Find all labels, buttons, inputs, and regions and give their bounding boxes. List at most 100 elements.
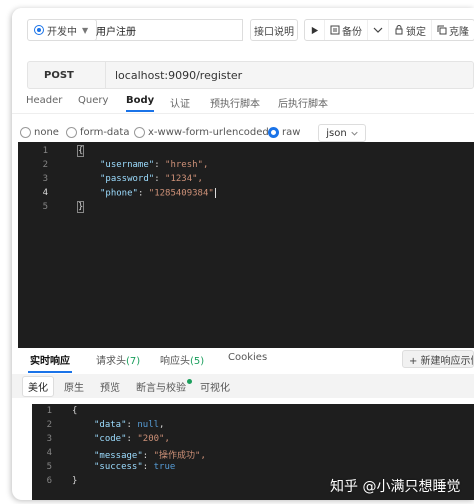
view-raw[interactable]: 原生 bbox=[64, 379, 84, 394]
line-number: 2 bbox=[42, 160, 48, 170]
tab-pre-script[interactable]: 预执行脚本 bbox=[210, 95, 260, 110]
api-name-input[interactable]: 用户注册 bbox=[90, 19, 243, 41]
view-preview[interactable]: 预览 bbox=[100, 379, 120, 394]
radio-none-label: none bbox=[34, 127, 59, 138]
chevron-down-icon bbox=[351, 131, 358, 136]
line-number: 3 bbox=[46, 434, 52, 444]
chevron-down-icon bbox=[373, 27, 383, 33]
raw-format-label: json bbox=[326, 127, 347, 139]
toolbar: 开发中 ▼ 用户注册 接口说明 备份 锁定 克隆 bbox=[12, 8, 474, 52]
chevron-down-icon: ▼ bbox=[82, 25, 89, 35]
json-key: "phone" bbox=[100, 188, 138, 199]
line-number-gutter: 1 2 3 4 5 bbox=[18, 142, 64, 348]
tab-body[interactable]: Body bbox=[126, 95, 155, 112]
view-assertions[interactable]: 断言与校验 bbox=[136, 379, 192, 394]
json-value: true bbox=[153, 462, 176, 472]
line-number: 1 bbox=[42, 146, 48, 156]
json-value: "操作成功", bbox=[153, 451, 206, 461]
code-line: "code": "200", bbox=[94, 434, 170, 444]
radio-raw[interactable]: raw bbox=[268, 127, 300, 138]
radio-circle-icon bbox=[134, 127, 145, 138]
line-number: 6 bbox=[46, 476, 52, 486]
json-value: "hresh", bbox=[165, 160, 209, 170]
view-assertions-label: 断言与校验 bbox=[136, 383, 186, 394]
body-type-group: none form-data x-www-form-urlencoded raw… bbox=[12, 122, 474, 144]
code-line: "username": "hresh", bbox=[100, 160, 209, 170]
lock-button[interactable]: 锁定 bbox=[389, 20, 432, 40]
json-key: "data" bbox=[94, 420, 127, 430]
environment-status-icon bbox=[34, 25, 44, 35]
line-number: 1 bbox=[46, 406, 52, 416]
new-example-button[interactable]: + 新建响应示例 bbox=[402, 350, 474, 368]
clone-label: 克隆 bbox=[449, 26, 469, 38]
code-line: "data": null, bbox=[94, 420, 165, 430]
json-value: null bbox=[137, 420, 160, 430]
action-group: 备份 锁定 克隆 bbox=[304, 19, 474, 41]
response-tabs: 实时响应 请求头(7) 响应头(5) Cookies + 新建响应示例 bbox=[12, 348, 474, 373]
radio-raw-label: raw bbox=[282, 127, 301, 138]
tab-header[interactable]: Header bbox=[26, 95, 62, 106]
code-line: "message": "操作成功", bbox=[94, 451, 206, 461]
run-button[interactable] bbox=[305, 20, 325, 40]
tab-response-headers[interactable]: 响应头(5) bbox=[160, 352, 204, 367]
tab-query[interactable]: Query bbox=[78, 95, 108, 106]
radio-circle-icon bbox=[20, 127, 31, 138]
code-line: "password": "1234", bbox=[100, 174, 203, 184]
json-value: "1234", bbox=[165, 174, 203, 184]
json-value: "200", bbox=[137, 434, 170, 444]
environment-label: 开发中 bbox=[47, 26, 77, 38]
tab-live-response[interactable]: 实时响应 bbox=[28, 352, 72, 373]
code-line: } bbox=[76, 201, 85, 213]
tab-request-headers[interactable]: 请求头(7) bbox=[96, 352, 140, 367]
view-visualize[interactable]: 可视化 bbox=[200, 379, 230, 394]
text-cursor bbox=[214, 188, 216, 198]
line-number: 5 bbox=[42, 202, 48, 212]
code-line: "phone": "1285409384" bbox=[100, 188, 216, 199]
url-bar: POST localhost:9090/register bbox=[27, 61, 474, 89]
more-button[interactable] bbox=[368, 20, 389, 40]
radio-urlencoded[interactable]: x-www-form-urlencoded bbox=[134, 127, 269, 138]
json-key: "username" bbox=[100, 160, 155, 170]
json-key: "success" bbox=[94, 462, 143, 472]
count-badge: (7) bbox=[126, 356, 141, 367]
json-key: "message" bbox=[94, 451, 143, 461]
tab-auth[interactable]: 认证 bbox=[170, 95, 190, 110]
code-line: } bbox=[72, 476, 78, 486]
radio-selected-icon bbox=[268, 127, 279, 138]
watermark: 知乎 @小满只想睡觉 bbox=[330, 479, 461, 495]
tab-request-headers-label: 请求头 bbox=[96, 356, 126, 367]
code-line: { bbox=[72, 406, 78, 416]
http-method-select[interactable]: POST bbox=[28, 62, 106, 88]
line-number: 4 bbox=[42, 188, 48, 198]
tab-cookies[interactable]: Cookies bbox=[228, 352, 267, 363]
request-body-editor[interactable]: 1 2 3 4 5 { "username": "hresh", "passwo… bbox=[18, 142, 474, 348]
radio-form-data-label: form-data bbox=[80, 127, 130, 138]
line-number-gutter: 1 2 3 4 5 6 bbox=[32, 404, 60, 500]
tab-response-headers-label: 响应头 bbox=[160, 356, 190, 367]
lock-icon bbox=[395, 25, 403, 35]
backup-button[interactable]: 备份 bbox=[325, 20, 368, 40]
code-line: { bbox=[76, 145, 85, 157]
radio-circle-icon bbox=[66, 127, 77, 138]
line-number: 5 bbox=[46, 462, 52, 472]
code-line: "success": true bbox=[94, 462, 176, 472]
radio-form-data[interactable]: form-data bbox=[66, 127, 129, 138]
url-input[interactable]: localhost:9090/register bbox=[106, 69, 242, 82]
line-number: 2 bbox=[46, 420, 52, 430]
clone-button[interactable]: 克隆 bbox=[432, 20, 474, 40]
request-tabs: Header Query Body 认证 预执行脚本 后执行脚本 bbox=[12, 92, 474, 114]
raw-format-select[interactable]: json bbox=[318, 124, 366, 142]
json-value: "1285409384" bbox=[148, 188, 214, 199]
tab-live-response-label: 实时响应 bbox=[30, 356, 70, 367]
tab-post-script[interactable]: 后执行脚本 bbox=[278, 95, 328, 110]
json-key: "code" bbox=[94, 434, 127, 444]
environment-selector[interactable]: 开发中 ▼ bbox=[27, 19, 97, 41]
api-doc-button[interactable]: 接口说明 bbox=[250, 19, 298, 41]
count-badge: (5) bbox=[190, 356, 205, 367]
backup-label: 备份 bbox=[342, 26, 362, 38]
radio-none[interactable]: none bbox=[20, 127, 59, 138]
radio-urlencoded-label: x-www-form-urlencoded bbox=[148, 127, 269, 138]
line-number: 3 bbox=[42, 174, 48, 184]
lock-label: 锁定 bbox=[406, 26, 426, 38]
view-pretty[interactable]: 美化 bbox=[22, 376, 54, 397]
